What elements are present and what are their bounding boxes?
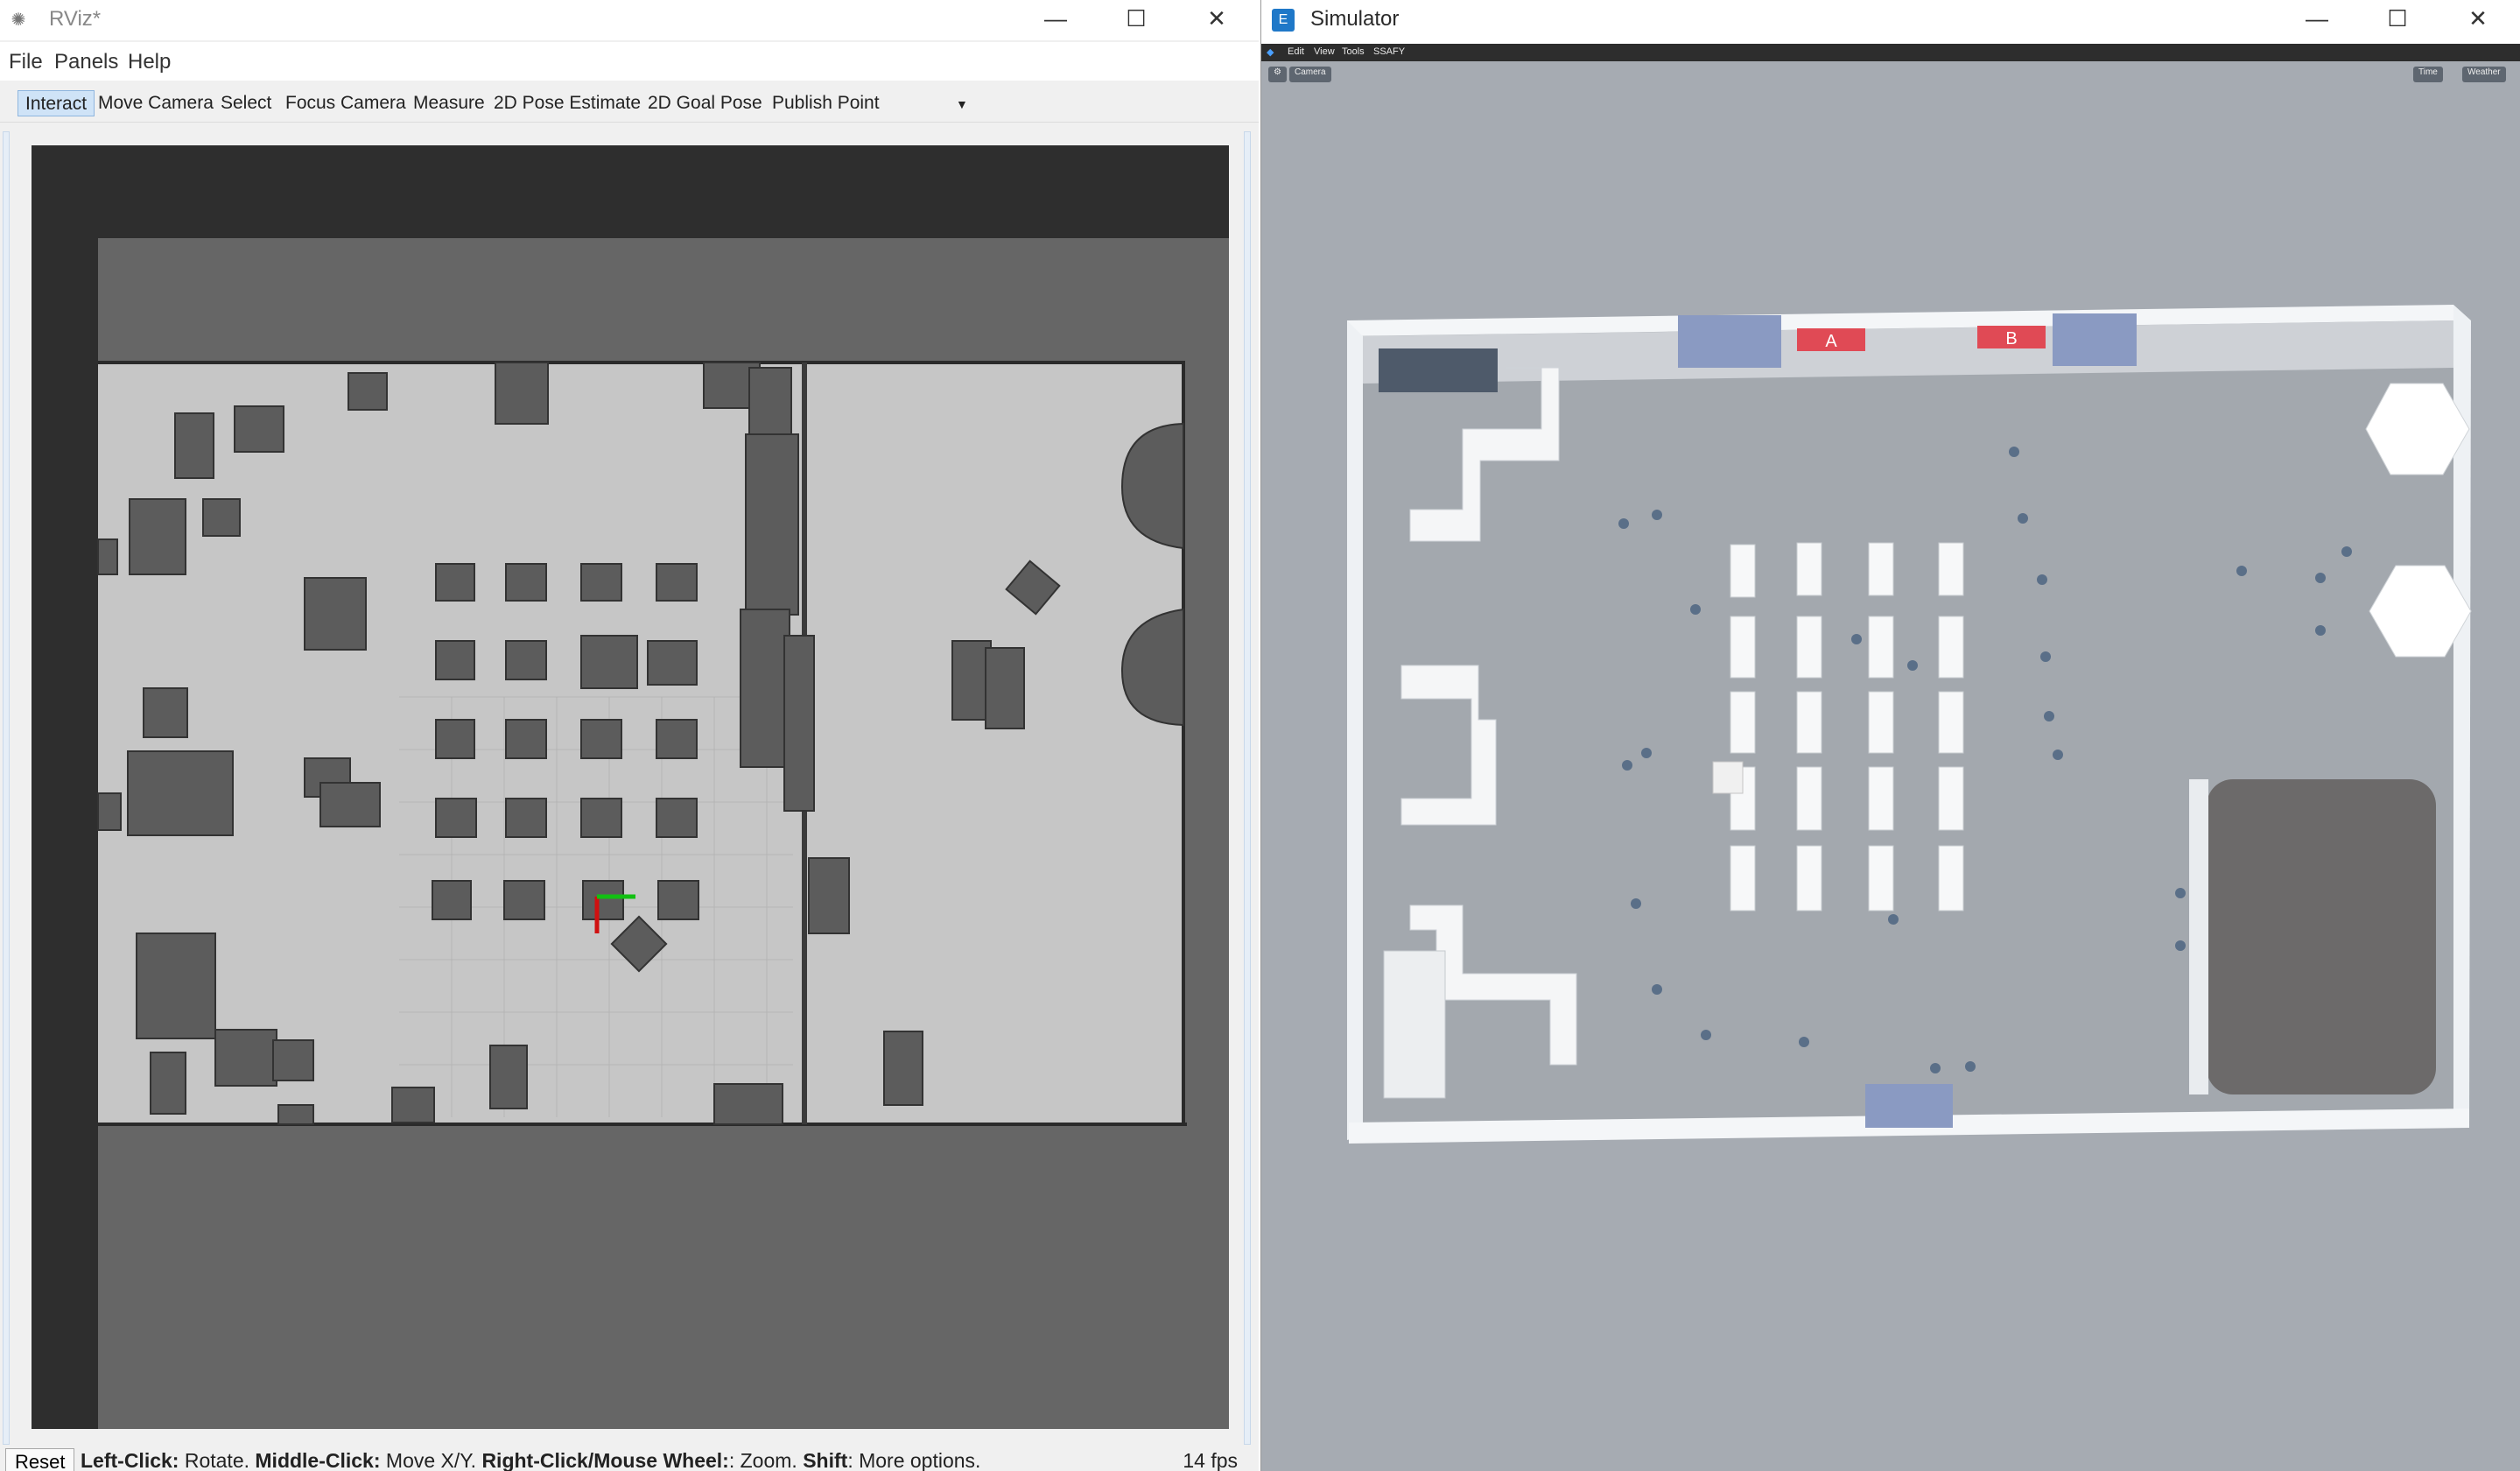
rviz-window-title: RViz* xyxy=(49,7,102,31)
left-panel-handle[interactable] xyxy=(0,131,12,1445)
tool-2d-goal-pose[interactable]: 2D Goal Pose xyxy=(641,90,769,116)
tool-select[interactable]: Select xyxy=(214,90,278,116)
fps-counter: 14 fps xyxy=(1183,1449,1238,1471)
menu-panels[interactable]: Panels xyxy=(54,50,118,74)
simulator-app-icon: E xyxy=(1272,9,1295,32)
sim-menu-ssafy[interactable]: SSAFY xyxy=(1373,46,1405,57)
sim-menu-tools[interactable]: Tools xyxy=(1342,46,1365,57)
rviz-statusbar: Reset Left-Click: Rotate. Middle-Click: … xyxy=(0,1445,1259,1471)
tool-2d-pose-estimate[interactable]: 2D Pose Estimate xyxy=(487,90,648,116)
close-icon[interactable]: ✕ xyxy=(1176,0,1257,39)
menu-help[interactable]: Help xyxy=(128,50,171,74)
sim-menu-view[interactable]: View xyxy=(1314,46,1335,57)
rviz-menubar: File Panels Help xyxy=(0,42,1259,81)
rviz-3d-view[interactable] xyxy=(32,145,1229,1429)
simulator-scene[interactable]: ⚙ Camera Time Weather A B xyxy=(1261,61,2520,1471)
menu-file[interactable]: File xyxy=(9,50,43,74)
tool-focus-camera[interactable]: Focus Camera xyxy=(278,90,413,116)
sim-logo-icon: ◆ xyxy=(1267,47,1274,58)
simulator-window-title: Simulator xyxy=(1310,7,1400,31)
rviz-toolbar: Interact Move Camera Select Focus Camera… xyxy=(0,84,1259,123)
toolbar-dropdown-icon[interactable]: ▼ xyxy=(949,95,975,121)
occupancy-map xyxy=(32,145,1229,1429)
tool-interact[interactable]: Interact xyxy=(18,90,95,116)
right-panel-handle[interactable] xyxy=(1241,131,1253,1445)
status-hint: Left-Click: Rotate. Middle-Click: Move X… xyxy=(81,1449,981,1471)
svg-text:A: A xyxy=(1825,332,1837,351)
simulator-window: E Simulator — ☐ ✕ ◆ Edit View Tools SSAF… xyxy=(1260,0,2520,1471)
minimize-icon[interactable]: — xyxy=(1015,0,1096,39)
tool-publish-point[interactable]: Publish Point xyxy=(765,90,887,116)
simulator-menubar: ◆ Edit View Tools SSAFY xyxy=(1261,44,2520,61)
rviz-window: ✺ RViz* — ☐ ✕ File Panels Help Interact … xyxy=(0,0,1259,1471)
sim-maximize-icon[interactable]: ☐ xyxy=(2357,0,2438,39)
tool-measure[interactable]: Measure xyxy=(406,90,492,116)
sim-menu-edit[interactable]: Edit xyxy=(1288,46,1304,57)
reset-button[interactable]: Reset xyxy=(5,1448,75,1471)
sim-close-icon[interactable]: ✕ xyxy=(2438,0,2518,39)
rviz-app-icon: ✺ xyxy=(11,11,26,30)
rviz-titlebar[interactable]: ✺ RViz* — ☐ ✕ xyxy=(0,0,1259,40)
simulator-titlebar[interactable]: E Simulator — ☐ ✕ xyxy=(1261,0,2520,40)
tool-move-camera[interactable]: Move Camera xyxy=(91,90,221,116)
store-3d-view: A B xyxy=(1347,305,2472,1144)
maximize-icon[interactable]: ☐ xyxy=(1096,0,1176,39)
svg-text:B: B xyxy=(2005,329,2017,348)
sim-minimize-icon[interactable]: — xyxy=(2277,0,2357,39)
